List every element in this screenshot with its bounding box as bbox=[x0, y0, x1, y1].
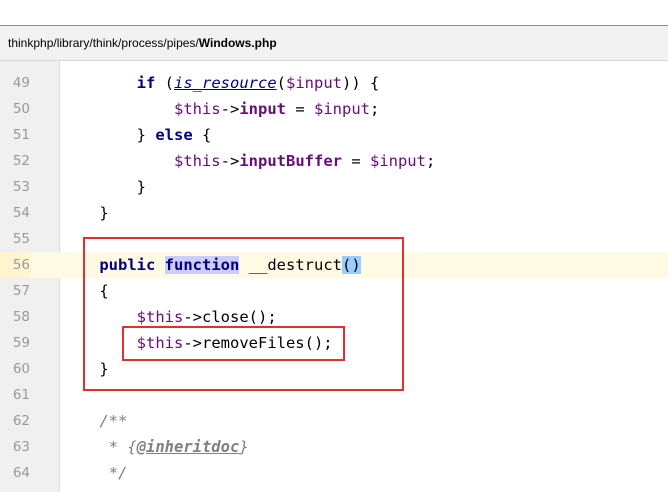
code-text: $this->removeFiles(); bbox=[62, 330, 333, 356]
code-text: $this->input = $input; bbox=[62, 96, 379, 122]
code-editor[interactable]: 4849 if (is_resource($input)) {50 $this-… bbox=[0, 61, 668, 492]
code-token: $input bbox=[314, 100, 370, 118]
code-token: } bbox=[239, 438, 249, 456]
code-line[interactable]: 63 * {@inheritdoc} bbox=[0, 434, 668, 460]
code-line[interactable]: 52 $this->inputBuffer = $input; bbox=[0, 148, 668, 174]
line-number: 64 bbox=[12, 465, 30, 481]
code-token: function bbox=[164, 256, 240, 274]
code-token: * { bbox=[62, 438, 137, 456]
code-token: } bbox=[62, 126, 156, 144]
code-line[interactable]: 51 } else { bbox=[0, 122, 668, 148]
code-line[interactable]: 61 bbox=[0, 382, 668, 408]
code-line[interactable]: 55 bbox=[0, 226, 668, 252]
code-line[interactable]: 59 $this->removeFiles(); bbox=[0, 330, 668, 356]
code-line[interactable]: 50 $this->input = $input; bbox=[0, 96, 668, 122]
code-token: -> bbox=[220, 152, 240, 170]
code-token: public bbox=[99, 256, 156, 274]
breadcrumb-path[interactable]: thinkphp/library/think/process/pipes/ bbox=[8, 36, 199, 50]
code-line[interactable]: 64 */ bbox=[0, 460, 668, 486]
code-token: } bbox=[62, 204, 109, 222]
code-token: else bbox=[155, 126, 193, 144]
code-text: } bbox=[62, 200, 109, 226]
code-token: */ bbox=[62, 464, 128, 482]
code-token: { bbox=[192, 126, 212, 144]
line-number: 62 bbox=[12, 413, 30, 429]
code-text: */ bbox=[62, 460, 128, 486]
code-text: if (is_resource($input)) { bbox=[62, 70, 380, 96]
line-number: 61 bbox=[12, 387, 30, 403]
code-line[interactable]: 48 bbox=[0, 61, 668, 70]
code-text: /** bbox=[62, 408, 127, 434]
line-number: 52 bbox=[12, 153, 30, 169]
code-token: )) { bbox=[342, 74, 380, 92]
code-line[interactable]: 62 /** bbox=[0, 408, 668, 434]
code-token: inputBuffer bbox=[239, 152, 342, 170]
code-line[interactable]: 53 } bbox=[0, 174, 668, 200]
code-token: $input bbox=[369, 152, 426, 170]
code-token: /** bbox=[62, 412, 128, 430]
code-token: ->close(); bbox=[183, 308, 277, 326]
line-number: 53 bbox=[12, 179, 30, 195]
code-token: ->removeFiles(); bbox=[183, 334, 333, 352]
code-token: ; bbox=[370, 100, 380, 118]
code-token: $this bbox=[173, 152, 221, 170]
code-token: ( bbox=[276, 74, 286, 92]
line-number: 50 bbox=[12, 101, 30, 117]
breadcrumb: thinkphp/library/think/process/pipes/Win… bbox=[0, 26, 668, 61]
code-token: if bbox=[136, 74, 156, 92]
code-text: * {@inheritdoc} bbox=[62, 434, 249, 460]
code-token: { bbox=[62, 282, 109, 300]
code-token: @inheritdoc bbox=[136, 438, 240, 456]
code-text: } bbox=[62, 356, 109, 382]
line-number: 54 bbox=[12, 205, 30, 221]
code-text: $this->inputBuffer = $input; bbox=[62, 148, 435, 174]
code-text: } else { bbox=[62, 122, 212, 148]
window-top-bar bbox=[0, 0, 668, 26]
code-token: ; bbox=[425, 152, 436, 170]
code-token: $input bbox=[286, 74, 342, 92]
code-text: $this->close(); bbox=[62, 304, 277, 330]
code-token: ( bbox=[155, 74, 174, 92]
code-token: $this bbox=[136, 334, 184, 352]
code-token: = bbox=[341, 152, 370, 170]
code-token: () bbox=[341, 256, 361, 274]
line-number: 57 bbox=[12, 283, 30, 299]
line-number: 63 bbox=[12, 439, 30, 455]
code-line[interactable]: 54 } bbox=[0, 200, 668, 226]
line-number: 58 bbox=[12, 309, 30, 325]
code-token: is_resource bbox=[174, 74, 277, 92]
line-number: 51 bbox=[12, 127, 30, 143]
code-token: input bbox=[239, 100, 286, 118]
code-token: $this bbox=[173, 100, 221, 118]
code-line[interactable]: 57 { bbox=[0, 278, 668, 304]
line-number: 60 bbox=[12, 361, 30, 377]
code-token: $this bbox=[136, 308, 184, 326]
code-token: -> bbox=[220, 100, 240, 118]
breadcrumb-file[interactable]: Windows.php bbox=[199, 36, 277, 50]
code-token: __destruct bbox=[239, 256, 342, 274]
code-token: } bbox=[62, 360, 109, 378]
line-number: 59 bbox=[12, 335, 30, 351]
code-line[interactable]: 60 } bbox=[0, 356, 668, 382]
code-line[interactable]: 56 public function __destruct() bbox=[0, 252, 668, 278]
code-line[interactable]: 58 $this->close(); bbox=[0, 304, 668, 330]
code-text: public function __destruct() bbox=[62, 252, 361, 278]
code-token: } bbox=[62, 178, 146, 196]
code-line[interactable]: 49 if (is_resource($input)) { bbox=[0, 70, 668, 96]
code-text: } bbox=[62, 174, 146, 200]
code-text: { bbox=[62, 278, 109, 304]
line-number: 48 bbox=[0, 61, 30, 70]
line-number: 55 bbox=[12, 231, 30, 247]
line-number: 49 bbox=[12, 75, 30, 91]
line-number: 56 bbox=[0, 252, 30, 278]
code-token: = bbox=[286, 100, 314, 118]
